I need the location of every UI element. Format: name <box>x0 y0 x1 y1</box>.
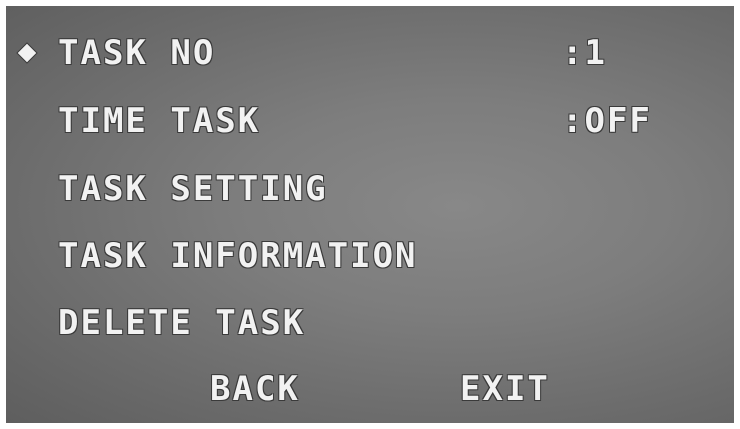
menu-item-task-no[interactable]: TASK NO <box>58 33 215 73</box>
menu-item-task-information[interactable]: TASK INFORMATION <box>58 236 418 276</box>
menu-item-delete-task[interactable]: DELETE TASK <box>58 303 305 343</box>
time-task-value: :OFF <box>562 101 652 141</box>
menu-item-time-task[interactable]: TIME TASK <box>58 101 260 141</box>
back-button[interactable]: BACK <box>210 369 300 409</box>
osd-menu-screen: TASK NO :1 TIME TASK :OFF TASK SETTING T… <box>6 6 734 423</box>
menu-item-task-setting[interactable]: TASK SETTING <box>58 169 328 209</box>
diamond-icon <box>16 42 38 64</box>
task-no-value: :1 <box>562 33 607 73</box>
exit-button[interactable]: EXIT <box>460 369 550 409</box>
